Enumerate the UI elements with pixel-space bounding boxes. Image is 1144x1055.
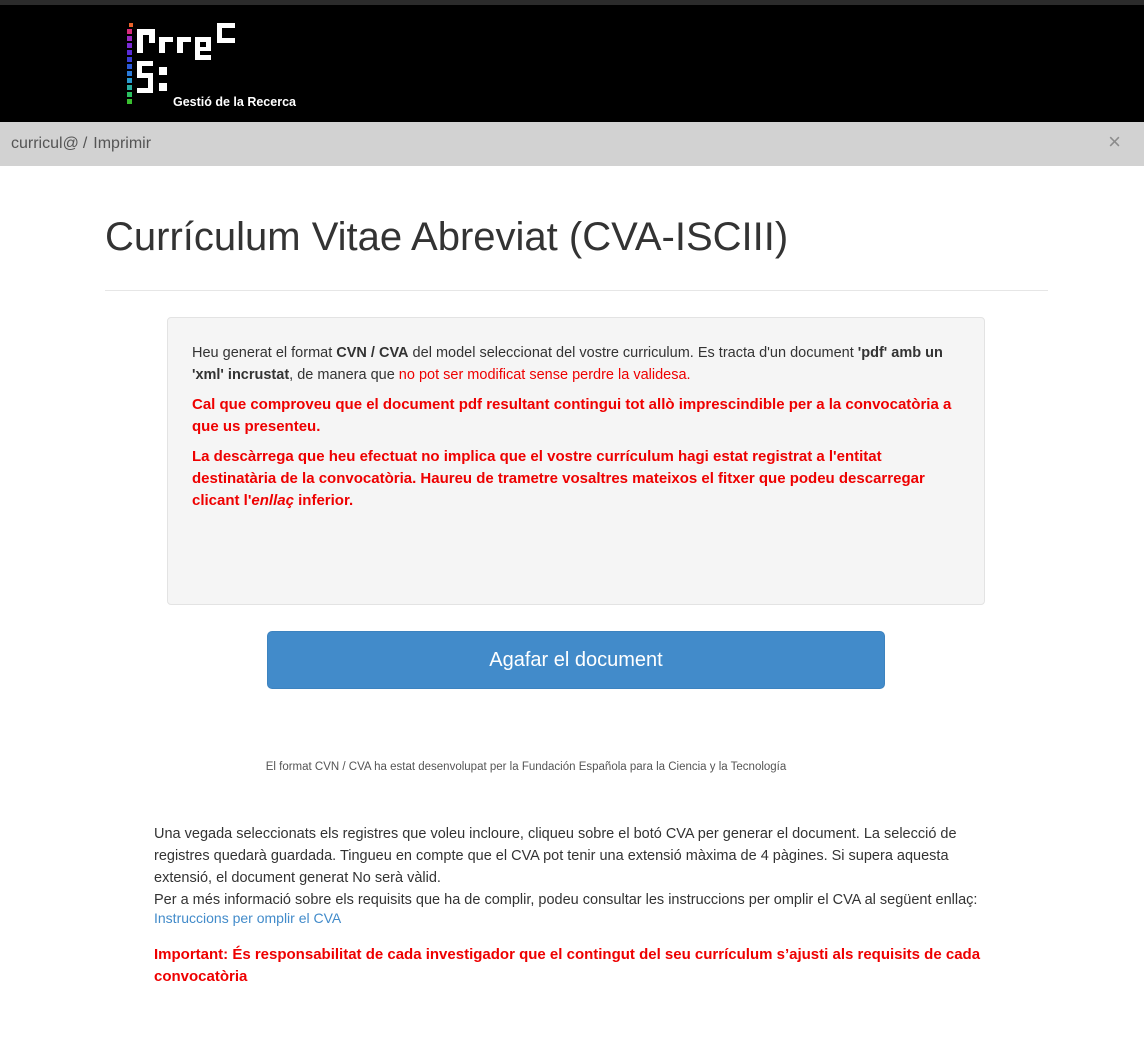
breadcrumb: curricul@ / Imprimir × bbox=[0, 122, 1144, 166]
download-document-button[interactable]: Agafar el document bbox=[267, 631, 885, 689]
notice-format-name: CVN / CVA bbox=[336, 345, 409, 361]
info-text: Una vegada seleccionats els registres qu… bbox=[154, 823, 994, 911]
notice-red-text: no pot ser modificat sense perdre la val… bbox=[398, 367, 691, 383]
app-header: Gestió de la Recerca bbox=[0, 0, 1144, 122]
notice-text: , de manera que bbox=[289, 367, 399, 383]
notice-warning-1: Cal que comproveu que el document pdf re… bbox=[192, 396, 952, 435]
info-paragraph-2: Per a més informació sobre els requisits… bbox=[154, 892, 978, 908]
info-paragraph-1: Una vegada seleccionats els registres qu… bbox=[154, 826, 957, 886]
breadcrumb-current: Imprimir bbox=[93, 135, 152, 152]
close-icon[interactable]: × bbox=[1108, 131, 1121, 153]
notice-text: Heu generat el format bbox=[192, 345, 337, 361]
title-divider bbox=[105, 290, 1048, 291]
important-notice: Important: És responsabilitat de cada in… bbox=[154, 946, 981, 985]
warning-italic: enllaç bbox=[251, 492, 294, 509]
warning-text: inferior. bbox=[293, 492, 354, 509]
grec-logo[interactable]: Gestió de la Recerca bbox=[125, 17, 355, 113]
breadcrumb-trail: curricul@ / Imprimir bbox=[11, 135, 151, 153]
page-title: Currículum Vitae Abreviat (CVA-ISCIII) bbox=[105, 215, 789, 259]
logo-subtitle: Gestió de la Recerca bbox=[173, 95, 296, 109]
fecyt-credit: El format CVN / CVA ha estat desenvolupa… bbox=[265, 761, 787, 773]
breadcrumb-root-link[interactable]: curricul@ bbox=[11, 135, 79, 152]
instructions-link[interactable]: Instruccions per omplir el CVA bbox=[154, 910, 341, 926]
notice-warning-2: La descàrrega que heu efectuat no implic… bbox=[192, 446, 960, 512]
notice-intro: Heu generat el format CVN / CVA del mode… bbox=[192, 342, 960, 386]
breadcrumb-separator: / bbox=[82, 135, 88, 152]
notice-text: del model seleccionat del vostre curricu… bbox=[408, 345, 858, 361]
notice-box: Heu generat el format CVN / CVA del mode… bbox=[167, 317, 985, 605]
